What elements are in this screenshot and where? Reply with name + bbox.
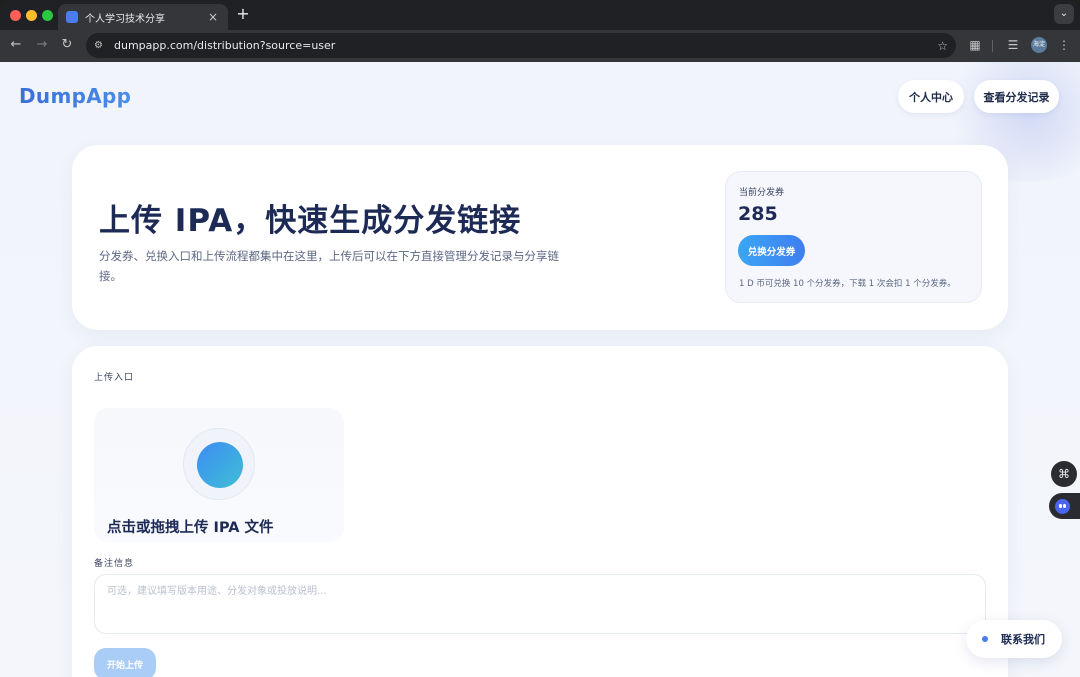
hero-description: 分发券、兑换入口和上传流程都集中在这里，上传后可以在下方直接管理分发记录与分享链… [99, 249, 559, 283]
logo-text: DumpApp [19, 84, 132, 108]
redeem-coupon-button[interactable]: 兑换分发券 [738, 235, 805, 266]
forward-icon[interactable]: → [33, 36, 51, 54]
personal-center-button[interactable]: 个人中心 [898, 80, 964, 113]
dropzone-text: 点击或拖拽上传 IPA 文件 [107, 520, 274, 536]
tab-close-icon[interactable]: × [206, 10, 220, 24]
close-window-button[interactable] [10, 10, 21, 21]
browser-chrome: 个人学习技术分享 × + ⌄ ← → ↻ ⚙ dumpapp.com/distr… [0, 0, 1080, 62]
bot-icon [1055, 498, 1070, 514]
extensions-icon[interactable]: ▦ [967, 37, 983, 53]
browser-toolbar: ← → ↻ ⚙ dumpapp.com/distribution?source=… [0, 30, 1080, 62]
page-content: DumpApp 个人中心 查看分发记录 上传 IPA，快速生成分发链接 分发券、… [0, 62, 1080, 677]
logo[interactable]: DumpApp [19, 84, 131, 108]
upload-card: 上传入口 点击或拖拽上传 IPA 文件 备注信息 开始上传 [72, 346, 1008, 677]
coupon-note: 1 D 币可兑换 10 个分发券，下载 1 次会扣 1 个分发券。 [739, 279, 956, 289]
tab-bar: 个人学习技术分享 × + ⌄ [0, 0, 1080, 30]
tab-search-icon[interactable]: ⌄ [1054, 4, 1074, 24]
contact-us-button[interactable]: 联系我们 [966, 620, 1062, 658]
hero-card: 上传 IPA，快速生成分发链接 分发券、兑换入口和上传流程都集中在这里，上传后可… [72, 145, 1008, 330]
url-text[interactable]: dumpapp.com/distribution?source=user [114, 39, 937, 52]
profile-avatar[interactable]: 海淀 [1031, 37, 1047, 53]
maximize-window-button[interactable] [42, 10, 53, 21]
reload-icon[interactable]: ↻ [58, 36, 76, 54]
upload-orb-icon [183, 428, 255, 500]
ipa-dropzone[interactable]: 点击或拖拽上传 IPA 文件 [94, 408, 344, 542]
toolbar-divider [992, 40, 993, 52]
page-title: 上传 IPA，快速生成分发链接 [99, 203, 522, 239]
browser-tab[interactable]: 个人学习技术分享 × [58, 4, 228, 30]
minimize-window-button[interactable] [26, 10, 37, 21]
coupon-panel: 当前分发券 285 兑换分发券 1 D 币可兑换 10 个分发券，下载 1 次会… [725, 171, 982, 303]
coupon-count: 285 [738, 203, 778, 225]
new-tab-icon[interactable]: + [234, 5, 252, 23]
favicon-icon [66, 11, 78, 23]
contact-us-label: 联系我们 [1001, 633, 1045, 646]
site-settings-icon[interactable]: ⚙ [94, 40, 108, 51]
upload-orb [197, 442, 243, 488]
contact-dot-icon [982, 636, 988, 642]
address-bar[interactable]: ⚙ dumpapp.com/distribution?source=user ☆ [86, 33, 956, 58]
assistant-bot-button[interactable] [1049, 493, 1080, 519]
coupon-label: 当前分发券 [739, 188, 785, 198]
note-input[interactable] [94, 574, 986, 634]
start-upload-button[interactable]: 开始上传 [94, 648, 156, 677]
view-records-button[interactable]: 查看分发记录 [974, 80, 1059, 113]
media-controls-icon[interactable]: ☰ [1005, 37, 1021, 53]
grid-menu-icon[interactable]: ⌘ [1051, 461, 1077, 487]
back-icon[interactable]: ← [7, 36, 25, 54]
upload-section-label: 上传入口 [94, 373, 135, 383]
bookmark-star-icon[interactable]: ☆ [937, 39, 948, 53]
more-menu-icon[interactable]: ⋮ [1056, 37, 1072, 53]
note-label: 备注信息 [94, 559, 135, 569]
tab-title: 个人学习技术分享 [85, 13, 165, 25]
